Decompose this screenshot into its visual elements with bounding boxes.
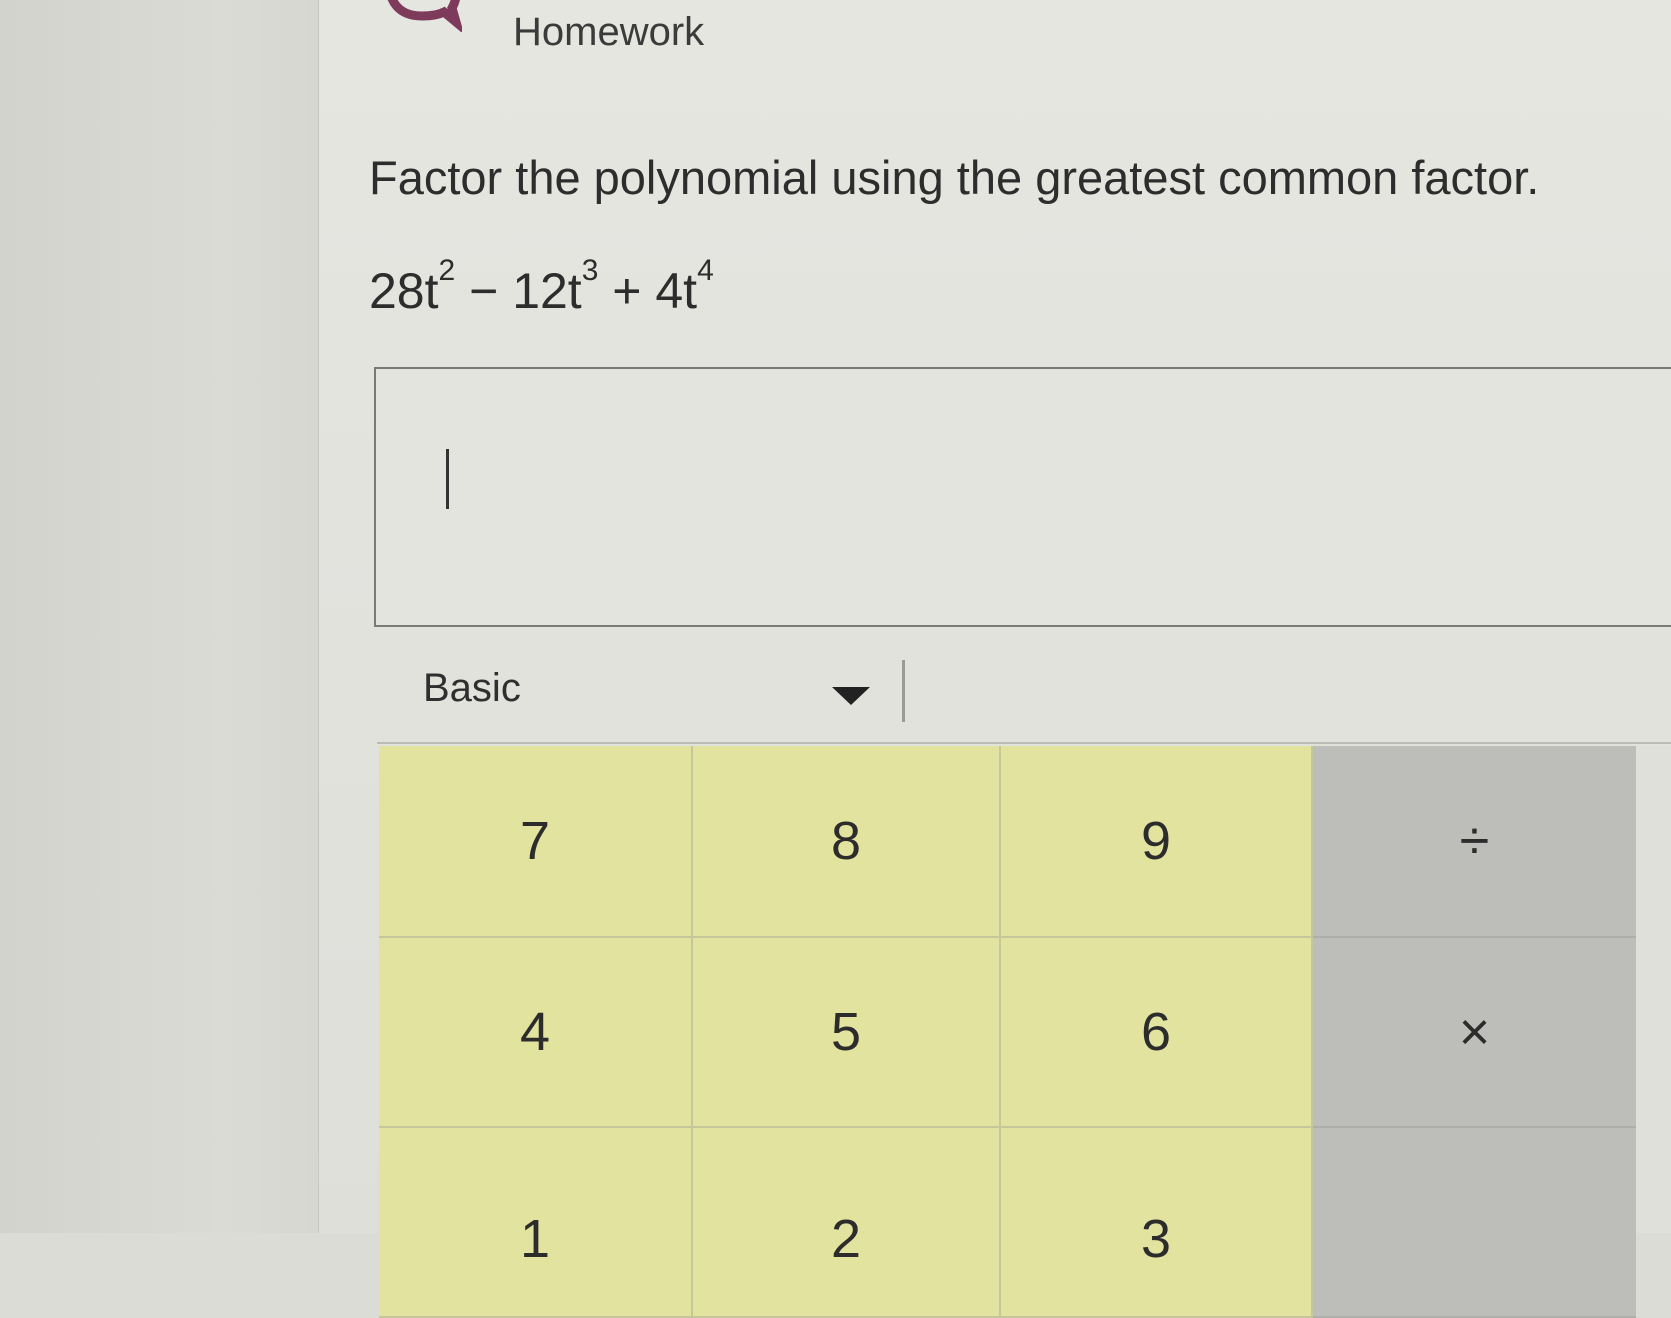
key-2[interactable]: 2	[693, 1128, 1001, 1318]
page-title: Homework	[513, 10, 705, 54]
left-gutter	[0, 0, 319, 1233]
chat-bubble-icon	[382, 0, 462, 32]
keypad-toolbar: Basic	[377, 632, 1671, 744]
chevron-down-icon	[832, 687, 870, 705]
key-4[interactable]: 4	[379, 938, 693, 1128]
key-5[interactable]: 5	[693, 938, 1001, 1128]
key-3[interactable]: 3	[1001, 1128, 1313, 1318]
operator-minus: −	[455, 263, 513, 319]
keypad-mode-dropdown[interactable]: Basic	[377, 632, 902, 742]
keypad-mode-label: Basic	[423, 666, 521, 710]
key-8[interactable]: 8	[693, 746, 1001, 938]
term-2: 12t	[512, 263, 582, 319]
exponent-3: 4	[697, 254, 714, 287]
question-text: Factor the polynomial using the greatest…	[369, 151, 1540, 204]
key-9[interactable]: 9	[1001, 746, 1313, 938]
key-operator-partial[interactable]	[1313, 1128, 1636, 1318]
key-divide[interactable]: ÷	[1313, 746, 1636, 938]
key-1[interactable]: 1	[379, 1128, 693, 1318]
key-6[interactable]: 6	[1001, 938, 1313, 1128]
keypad: 7 8 9 ÷ 4 5 6 × 1 2 3	[379, 746, 1671, 1318]
term-1: 28t	[369, 263, 439, 319]
toolbar-divider	[902, 660, 905, 722]
operator-plus: +	[598, 263, 656, 319]
key-multiply[interactable]: ×	[1313, 938, 1636, 1128]
exponent-2: 3	[581, 254, 599, 287]
polynomial-expression: 28t2 − 12t3 + 4t4	[369, 256, 714, 320]
term-3: 4t	[655, 263, 698, 319]
exponent-1: 2	[438, 254, 456, 287]
answer-input[interactable]	[374, 367, 1671, 627]
keypad-right-strip	[1636, 746, 1671, 1233]
text-cursor	[446, 449, 449, 509]
key-7[interactable]: 7	[379, 746, 693, 938]
